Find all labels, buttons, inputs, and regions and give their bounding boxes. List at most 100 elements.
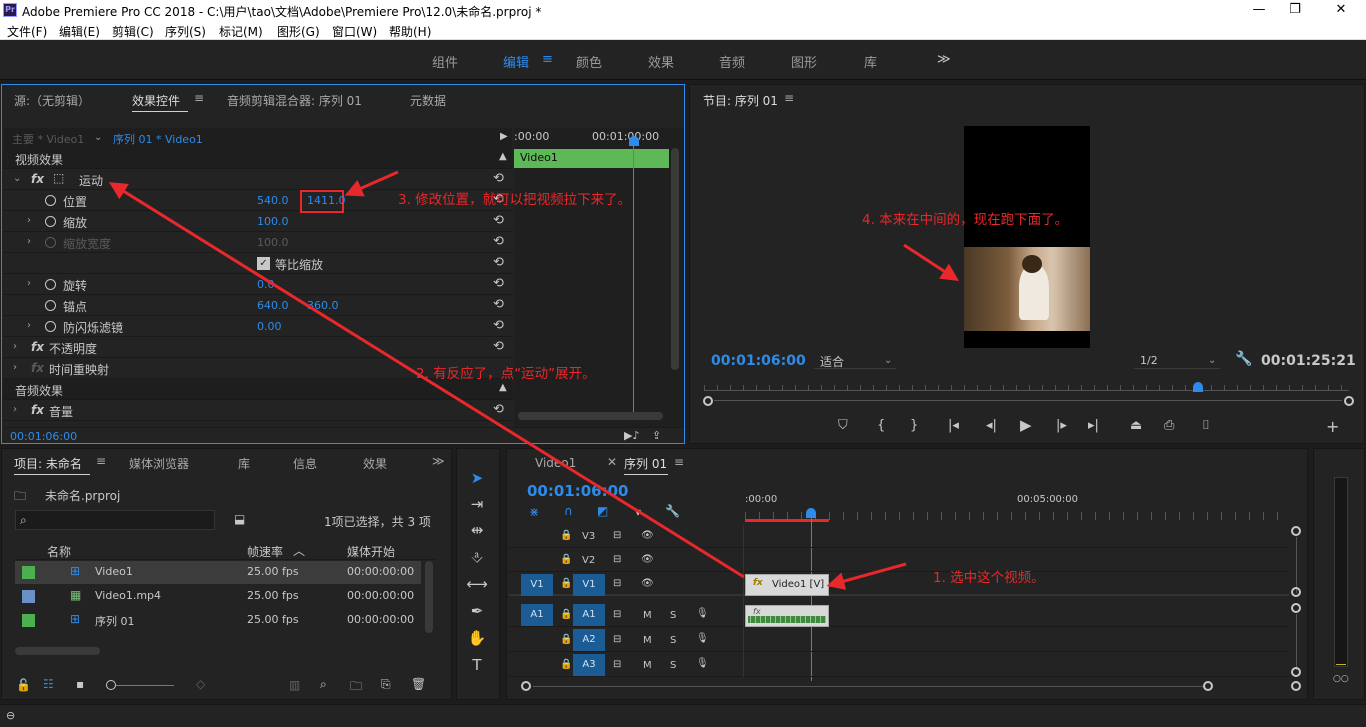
stopwatch-icon[interactable] (45, 195, 56, 206)
program-title[interactable]: 节目: 序列 01 (703, 92, 778, 109)
project-hscrollbar[interactable] (15, 647, 100, 655)
track-lock-icon[interactable]: 🔒 (560, 530, 572, 541)
reset-icon[interactable]: ⟲ (493, 276, 504, 291)
find-icon[interactable]: ⌕ (320, 677, 327, 692)
track-target-a2[interactable]: A2 (573, 629, 605, 651)
add-marker-icon[interactable]: ⛉ (838, 418, 848, 433)
reset-icon[interactable]: ⟲ (493, 213, 504, 228)
lift-icon[interactable]: ⏏ (1130, 418, 1142, 433)
effect-row-motion[interactable]: ⌄ fx ⬚ 运动 ⟲ (3, 169, 513, 190)
sync-lock-icon[interactable]: ⊟ (613, 659, 621, 670)
position-y-value[interactable]: 1411.0 (307, 194, 346, 207)
stopwatch-icon[interactable] (45, 321, 56, 332)
track-target-v1[interactable]: V1 (573, 574, 605, 596)
fx-icon[interactable]: fx (31, 172, 44, 186)
master-clip-label[interactable]: 主要 * Video1 (12, 131, 84, 147)
tab-source[interactable]: 源:（无剪辑） (14, 92, 90, 109)
voiceover-mic-icon[interactable]: 🎙 (696, 633, 709, 644)
video-clip[interactable]: fx Video1 [V] (745, 574, 829, 596)
mini-scrollbar[interactable] (671, 148, 679, 370)
play-icon[interactable]: ▶ (1020, 416, 1032, 434)
resolution-dropdown[interactable]: 1/2 ⌄ (1134, 353, 1220, 369)
scroll-end-handle[interactable] (1344, 396, 1354, 406)
maximize-icon[interactable]: ❐ (1280, 1, 1310, 19)
go-to-in-icon[interactable]: |◂ (948, 418, 959, 433)
track-lock-icon[interactable]: 🔒 (560, 634, 572, 645)
step-forward-icon[interactable]: |▸ (1056, 418, 1067, 433)
timeline-hscrollbar[interactable] (533, 686, 1203, 687)
menu-window[interactable]: 窗口(W) (332, 23, 377, 40)
stopwatch-icon[interactable] (45, 279, 56, 290)
fit-dropdown[interactable]: 适合 ⌄ (814, 353, 896, 369)
tab-libraries[interactable]: 库 (238, 455, 250, 472)
timeline-timecode[interactable]: 00:01:06:00 (527, 482, 629, 500)
close-icon[interactable]: ✕ (1326, 1, 1356, 19)
extract-icon[interactable]: ⎙ (1164, 418, 1174, 433)
selection-tool-icon[interactable]: ➤ (466, 469, 488, 491)
mute-button[interactable]: M (643, 660, 652, 671)
slip-tool-icon[interactable]: ⟷ (466, 575, 488, 597)
reset-icon[interactable]: ⟲ (493, 318, 504, 333)
effect-row-volume[interactable]: › fx 音量 ⟲ (3, 400, 513, 421)
source-patch-v1[interactable]: V1 (521, 574, 553, 596)
hscroll-left-handle[interactable] (521, 681, 531, 691)
chevron-down-icon[interactable]: ⌄ (94, 132, 102, 143)
menu-clip[interactable]: 剪辑(C) (112, 23, 154, 40)
project-vscrollbar[interactable] (425, 561, 433, 633)
collapse-up-icon[interactable]: ▲ (499, 151, 507, 162)
mark-in-icon[interactable]: { (877, 418, 885, 433)
trash-icon[interactable]: 🗑 (411, 677, 426, 691)
menu-edit[interactable]: 编辑(E) (59, 23, 100, 40)
icon-view-icon[interactable]: ▪ (76, 677, 84, 691)
tab-timeline-sequence[interactable]: 序列 01 (624, 455, 667, 472)
export-icon[interactable]: ⇪ (652, 429, 661, 442)
table-row[interactable]: ▦ Video1.mp4 25.00 fps 00:00:00:00 (15, 585, 421, 608)
mute-button[interactable]: M (643, 610, 652, 621)
reset-icon[interactable]: ⟲ (493, 297, 504, 312)
snap-icon[interactable]: ⋇ (529, 505, 539, 519)
label-color-swatch[interactable] (22, 614, 35, 627)
sync-lock-icon[interactable]: ⊟ (613, 530, 621, 541)
chevron-right-icon[interactable]: › (27, 278, 31, 289)
export-frame-camera-icon[interactable]: ⌷ (1202, 418, 1210, 433)
scale-value[interactable]: 100.0 (257, 215, 289, 228)
scroll-start-handle[interactable] (703, 396, 713, 406)
menu-sequence[interactable]: 序列(S) (165, 23, 206, 40)
ripple-edit-tool-icon[interactable]: ⇹ (466, 521, 488, 543)
panel-menu-icon[interactable]: ≡ (674, 455, 684, 469)
source-patch-a1[interactable]: A1 (521, 604, 553, 626)
position-x-value[interactable]: 540.0 (257, 194, 289, 207)
rotation-value[interactable]: 0.0 (257, 278, 275, 291)
program-video-frame[interactable] (964, 126, 1090, 348)
sort-up-icon[interactable]: ︿ (293, 542, 305, 559)
stopwatch-icon[interactable] (45, 216, 56, 227)
chevron-right-icon[interactable]: › (13, 404, 17, 415)
tab-effects[interactable]: 效果 (363, 455, 387, 472)
razor-tool-icon[interactable]: ⎀ (466, 548, 488, 570)
chevron-right-icon[interactable]: › (27, 320, 31, 331)
reset-icon[interactable]: ⟲ (493, 234, 504, 249)
solo-button[interactable]: S (670, 610, 676, 621)
workspace-audio[interactable]: 音频 (719, 52, 745, 71)
transform-icon[interactable]: ⬚ (53, 171, 64, 185)
menu-graphics[interactable]: 图形(G) (277, 23, 320, 40)
audio-clip[interactable]: fx (745, 605, 829, 627)
tab-project[interactable]: 项目: 未命名 (14, 455, 82, 472)
chevron-right-icon[interactable]: › (27, 215, 31, 226)
tab-media-browser[interactable]: 媒体浏览器 (129, 455, 189, 472)
magnet-icon[interactable]: ∩ (564, 504, 573, 518)
col-media-start[interactable]: 媒体开始 (347, 543, 395, 560)
opacity-label[interactable]: 不透明度 (49, 340, 97, 357)
tab-timeline-video1[interactable]: Video1 (535, 456, 576, 470)
add-marker-icon[interactable]: ▾ (635, 505, 641, 519)
track-lock-icon[interactable]: 🔒 (560, 659, 572, 670)
col-fps[interactable]: 帧速率 (247, 543, 283, 560)
motion-label[interactable]: 运动 (79, 172, 103, 189)
anchor-x-value[interactable]: 640.0 (257, 299, 289, 312)
label-color-swatch[interactable] (22, 566, 35, 579)
panel-menu-icon[interactable]: ≡ (96, 454, 106, 468)
eye-icon[interactable]: 👁 (641, 578, 654, 589)
hscroll-right-handle[interactable] (1203, 681, 1213, 691)
hand-tool-icon[interactable]: ✋ (466, 629, 488, 651)
vscroll-bottom-handle[interactable] (1291, 667, 1301, 677)
